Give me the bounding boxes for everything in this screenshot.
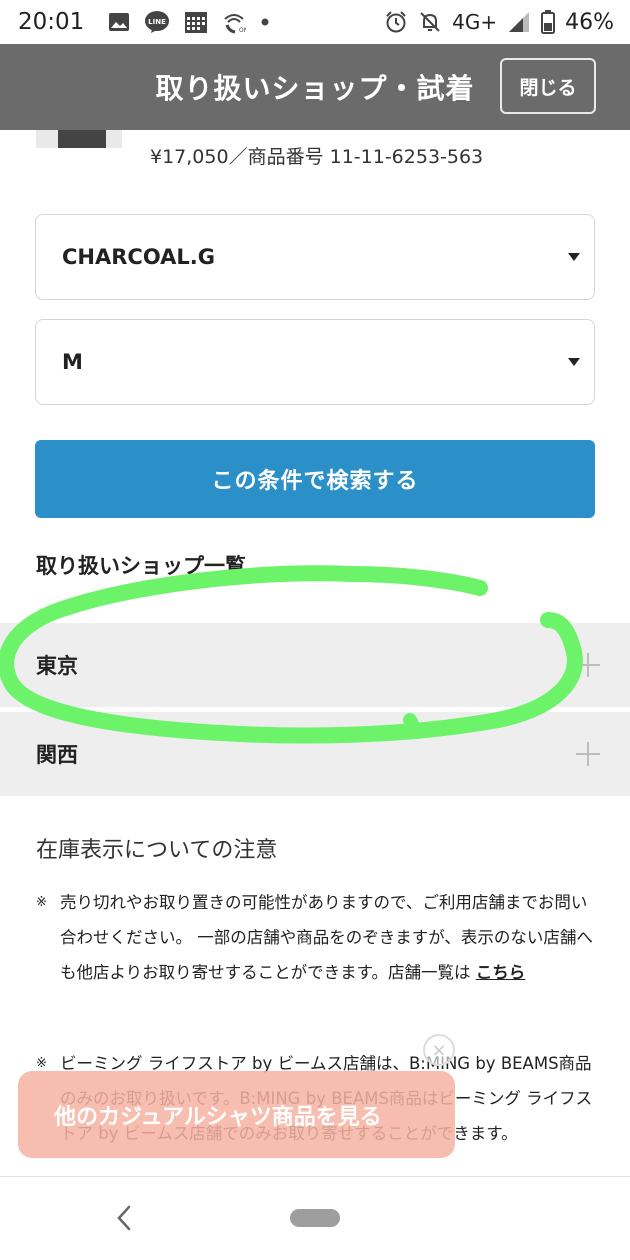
color-select[interactable]: CHARCOAL.G xyxy=(35,214,595,300)
size-select-value: M xyxy=(62,350,83,374)
line-icon: LINE xyxy=(144,10,170,34)
alarm-icon xyxy=(384,10,408,34)
notes-title: 在庫表示についての注意 xyxy=(36,838,278,863)
plus-icon[interactable] xyxy=(576,742,600,766)
banner-close-symbol: × xyxy=(431,1039,447,1061)
size-select[interactable]: M xyxy=(35,319,595,405)
status-right: 4G+ 46% xyxy=(384,10,614,35)
shop-list-link[interactable]: こちら xyxy=(476,963,526,982)
accordion-kansai[interactable]: 関西 xyxy=(0,712,630,796)
product-thumbnail xyxy=(36,130,122,148)
status-time: 20:01 xyxy=(18,9,85,35)
color-select-value: CHARCOAL.G xyxy=(62,245,215,269)
bell-off-icon xyxy=(418,10,442,34)
note-body: 売り切れやお取り置きの可能性がありますので、ご利用店舗までお問い合わせください。… xyxy=(36,885,596,990)
close-icon[interactable]: × xyxy=(423,1034,455,1066)
dot-icon xyxy=(260,17,270,27)
chevron-down-icon xyxy=(568,358,580,366)
battery-level: 46% xyxy=(565,9,614,35)
calendar-icon xyxy=(184,10,208,34)
back-icon[interactable] xyxy=(112,1203,138,1233)
gallery-icon xyxy=(108,12,130,32)
note-mark: ※ xyxy=(36,895,47,910)
banner-label: 他のカジュアルシャツ商品を見る xyxy=(54,1104,382,1130)
shop-list-title: 取り扱いショップ一覧 xyxy=(36,554,246,578)
wifi-call-icon: ON xyxy=(222,10,246,34)
svg-text:ON: ON xyxy=(239,27,246,34)
accordion-label: 関西 xyxy=(36,743,78,767)
related-products-banner[interactable]: 他のカジュアルシャツ商品を見る xyxy=(18,1071,455,1158)
plus-icon[interactable] xyxy=(576,653,600,677)
status-bar: 20:01 LINE ON 4G+ 46% xyxy=(0,0,630,44)
signal-icon xyxy=(507,11,531,33)
stock-note: ※ 売り切れやお取り置きの可能性がありますので、ご利用店舗までお問い合わせくださ… xyxy=(36,885,596,990)
svg-text:LINE: LINE xyxy=(148,18,166,26)
home-pill[interactable] xyxy=(290,1209,340,1227)
modal-header: 取り扱いショップ・試着 閉じる xyxy=(0,44,630,130)
system-nav-bar xyxy=(0,1176,630,1260)
accordion-label: 東京 xyxy=(36,654,78,678)
status-left: 20:01 LINE ON xyxy=(18,9,270,35)
battery-icon xyxy=(541,10,556,34)
product-price-line: ¥17,050／商品番号 11-11-6253-563 xyxy=(150,146,484,168)
accordion-tokyo[interactable]: 東京 xyxy=(0,623,630,707)
close-button[interactable]: 閉じる xyxy=(500,58,596,114)
chevron-down-icon xyxy=(568,253,580,261)
network-label: 4G+ xyxy=(452,10,498,34)
search-button[interactable]: この条件で検索する xyxy=(35,440,595,518)
